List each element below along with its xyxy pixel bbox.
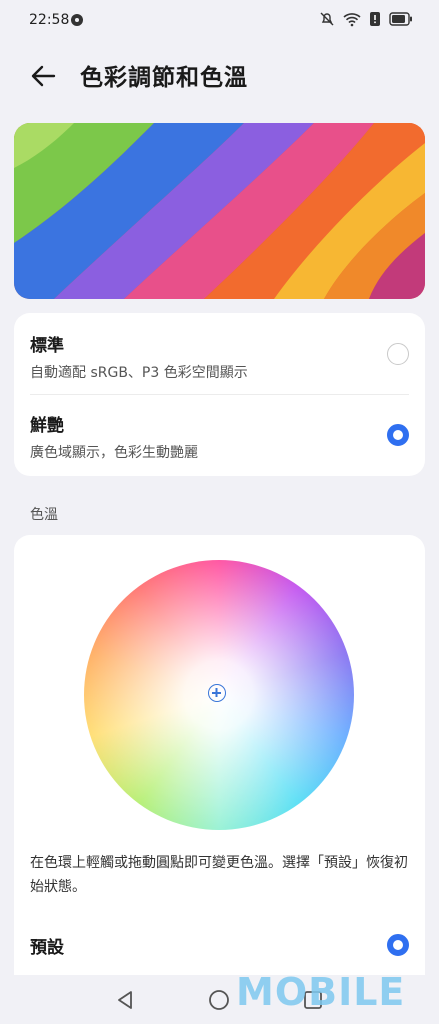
location-icon: [71, 14, 83, 26]
alert-icon: [370, 12, 380, 26]
app-bar: 色彩調節和色溫: [0, 48, 439, 104]
divider: [30, 394, 409, 395]
mode-standard-title: 標準: [30, 336, 64, 356]
mode-standard-subtitle: 自動適配 sRGB、P3 色彩空間顯示: [30, 365, 248, 381]
status-bar: 22:58: [0, 0, 439, 40]
mode-option-standard[interactable]: 標準 自動適配 sRGB、P3 色彩空間顯示: [30, 331, 248, 382]
nav-home-icon[interactable]: [208, 989, 230, 1011]
mode-vivid-radio[interactable]: [387, 424, 409, 446]
back-arrow-icon[interactable]: [28, 60, 60, 92]
page-title: 色彩調節和色溫: [80, 65, 248, 91]
color-temp-card: 在色環上輕觸或拖動圓點即可變更色溫。選擇「預設」恢復初始狀態。 預設: [14, 535, 425, 1005]
preset-radio[interactable]: [387, 934, 409, 956]
battery-icon: [389, 12, 412, 26]
wifi-icon: [343, 13, 361, 27]
nav-back-icon[interactable]: [114, 989, 136, 1011]
color-temp-section-label: 色溫: [30, 507, 58, 523]
mode-vivid-title: 鮮艷: [30, 416, 64, 436]
watermark-logo: MOBILE: [236, 970, 406, 1014]
mode-option-vivid[interactable]: 鮮艷 廣色域顯示，色彩生動艷麗: [30, 411, 198, 462]
mode-vivid-subtitle: 廣色域顯示，色彩生動艷麗: [30, 445, 198, 461]
color-temp-help-text: 在色環上輕觸或拖動圓點即可變更色溫。選擇「預設」恢復初始狀態。: [30, 855, 408, 895]
color-banner-image: [14, 123, 425, 299]
mute-icon: [320, 12, 334, 26]
color-picker-handle[interactable]: [208, 684, 226, 702]
display-mode-card: 標準 自動適配 sRGB、P3 色彩空間顯示 鮮艷 廣色域顯示，色彩生動艷麗: [14, 313, 425, 476]
preset-option-label[interactable]: 預設: [30, 933, 64, 958]
status-icons: [319, 11, 413, 27]
status-time: 22:58: [29, 12, 70, 28]
mode-standard-radio[interactable]: [387, 343, 409, 365]
